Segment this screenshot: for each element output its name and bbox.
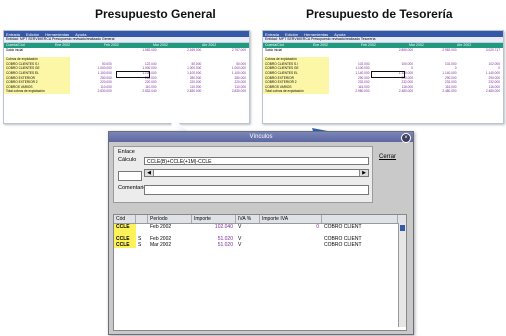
- grid-rows: CCLE Feb 2002 102.040 V 0 COBRO CLIENT CCLE S Fe…: [114, 224, 406, 248]
- grid-cell-tipo[interactable]: V: [236, 242, 260, 248]
- grid-column-header[interactable]: Importe: [192, 215, 236, 223]
- vertical-scrollbar[interactable]: [398, 223, 406, 327]
- enlace-label: Enlace: [118, 149, 135, 155]
- scroll-right-icon[interactable]: ▶: [359, 170, 368, 176]
- grid-column-header[interactable]: Período: [148, 215, 192, 223]
- horizontal-scrollbar[interactable]: ◀ ▶: [144, 169, 369, 177]
- grid-cell-periodo[interactable]: Mar 2002: [148, 242, 192, 248]
- comentario-label: Comentario: [118, 185, 147, 191]
- link-form: Enlace Cálculo CCLE(B)+CCLE(+1M)-CCLE ◀ …: [113, 146, 373, 203]
- grid-column-header[interactable]: [136, 215, 148, 223]
- grid-cell-cod[interactable]: CCLE: [114, 242, 136, 248]
- grid-column-header[interactable]: [322, 215, 398, 223]
- grid-column-header[interactable]: Importe IVA: [260, 215, 322, 223]
- calculo-label: Cálculo: [118, 157, 137, 163]
- vinculos-dialog: Vínculos × Enlace Cálculo CCLE(B)+CCLE(+…: [108, 131, 414, 335]
- links-grid: Cód Período Importe IVA % Importe IVA CC…: [113, 214, 407, 331]
- dialog-title-bar[interactable]: Vínculos ×: [109, 132, 413, 143]
- grid-cell-importe[interactable]: 51.020: [192, 242, 236, 248]
- grid-column-header[interactable]: IVA %: [236, 215, 260, 223]
- grid-cell-impiva[interactable]: [260, 242, 322, 248]
- link-code-field[interactable]: [118, 171, 142, 181]
- grid-row[interactable]: CCLE S Mar 2002 51.020 V COBRO CLIENT: [114, 242, 406, 248]
- scroll-thumb[interactable]: [400, 225, 405, 231]
- cerrar-button[interactable]: Cerrar: [379, 154, 396, 160]
- grid-header: Cód Período Importe IVA % Importe IVA: [114, 215, 406, 224]
- calculo-field[interactable]: CCLE(B)+CCLE(+1M)-CCLE: [144, 157, 369, 165]
- dialog-title: Vínculos: [249, 134, 273, 140]
- grid-cell-desc[interactable]: COBRO CLIENT: [322, 242, 398, 248]
- scroll-left-icon[interactable]: ◀: [145, 170, 154, 176]
- close-icon[interactable]: ×: [401, 133, 411, 143]
- grid-cell-flag[interactable]: S: [136, 242, 148, 248]
- comentario-field[interactable]: [144, 185, 369, 195]
- grid-column-header[interactable]: Cód: [114, 215, 136, 223]
